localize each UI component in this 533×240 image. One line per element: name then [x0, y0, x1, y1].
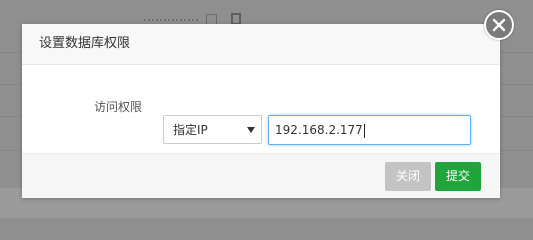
close-button[interactable]: 关闭 — [385, 162, 431, 191]
chevron-down-icon — [247, 127, 255, 133]
permission-dialog: 设置数据库权限 访问权限 指定IP 192.168.2.177 关闭 提交 — [22, 24, 500, 198]
ip-input-value: 192.168.2.177 — [275, 123, 365, 138]
dialog-header: 设置数据库权限 — [22, 24, 500, 65]
access-select[interactable]: 指定IP — [163, 115, 262, 144]
ip-input[interactable]: 192.168.2.177 — [268, 115, 471, 145]
text-cursor — [363, 123, 365, 138]
dialog-title: 设置数据库权限 — [39, 36, 131, 51]
submit-button[interactable]: 提交 — [435, 162, 481, 191]
access-label: 访问权限 — [93, 100, 142, 114]
close-icon[interactable] — [484, 10, 514, 40]
access-select-value: 指定IP — [173, 123, 208, 137]
dialog-footer: 关闭 提交 — [22, 153, 500, 198]
